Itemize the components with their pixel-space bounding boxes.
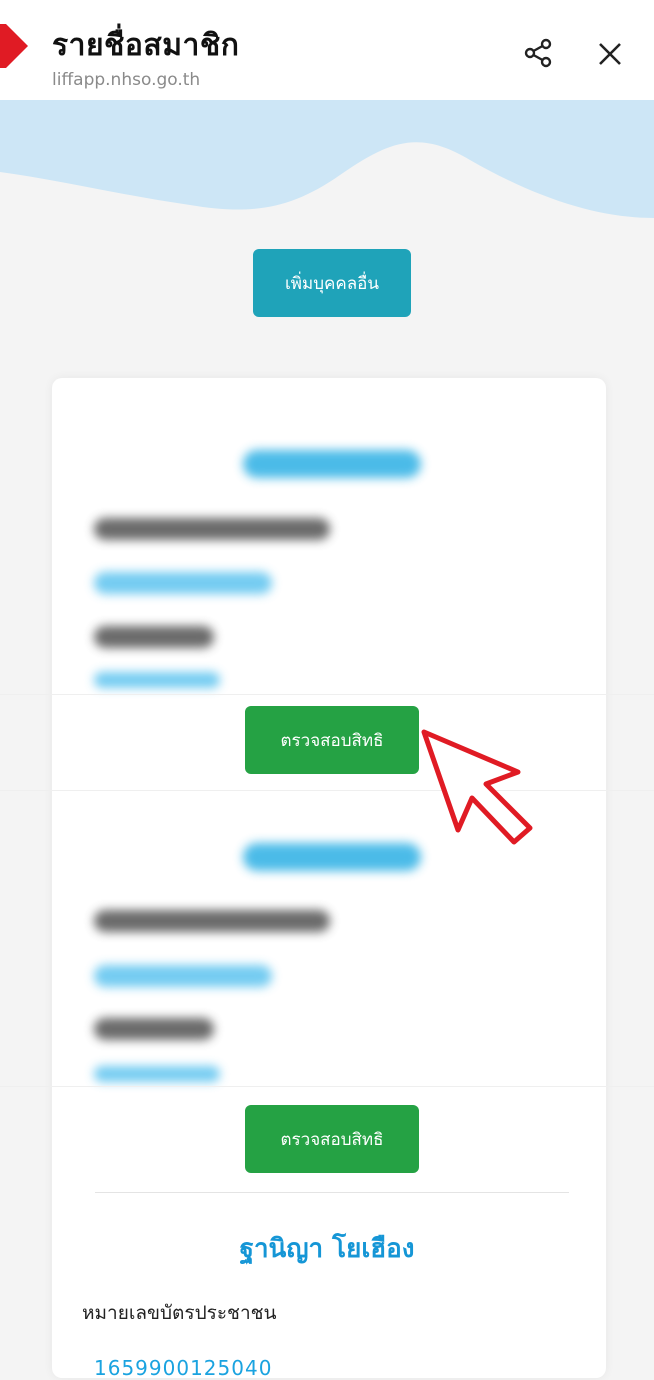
add-person-button[interactable]: เพิ่มบุคคลอื่น — [253, 249, 411, 317]
blurred-value — [94, 572, 272, 594]
blurred-label — [94, 1018, 214, 1040]
pointer-arrow-icon — [421, 729, 533, 845]
share-icon — [524, 38, 552, 68]
header-wave — [0, 100, 654, 218]
red-marker-tip — [6, 24, 28, 68]
share-button[interactable] — [522, 36, 556, 70]
screenshot-seam — [0, 1086, 654, 1087]
blurred-value — [94, 672, 220, 688]
screenshot-seam — [0, 694, 654, 695]
blurred-value — [94, 1066, 220, 1082]
id-value: 1659900125040 — [94, 1356, 273, 1380]
close-button[interactable] — [594, 38, 626, 70]
page-title: รายชื่อสมาชิก — [52, 28, 240, 63]
check-rights-button[interactable]: ตรวจสอบสิทธิ — [245, 706, 419, 774]
page-url: liffapp.nhso.go.th — [52, 70, 201, 90]
blurred-label — [94, 626, 214, 648]
screenshot-seam — [0, 790, 654, 791]
member-name: ฐานิญา โยเฮือง — [239, 1234, 415, 1264]
blurred-name — [243, 843, 421, 871]
blurred-value — [94, 965, 272, 987]
app-header: รายชื่อสมาชิก liffapp.nhso.go.th — [0, 0, 654, 101]
id-label: หมายเลขบัตรประชาชน — [82, 1302, 277, 1324]
blurred-label — [94, 518, 330, 540]
close-icon — [599, 43, 621, 65]
blurred-name — [243, 450, 421, 478]
card-divider — [95, 1192, 569, 1193]
blurred-label — [94, 910, 330, 932]
check-rights-button[interactable]: ตรวจสอบสิทธิ — [245, 1105, 419, 1173]
